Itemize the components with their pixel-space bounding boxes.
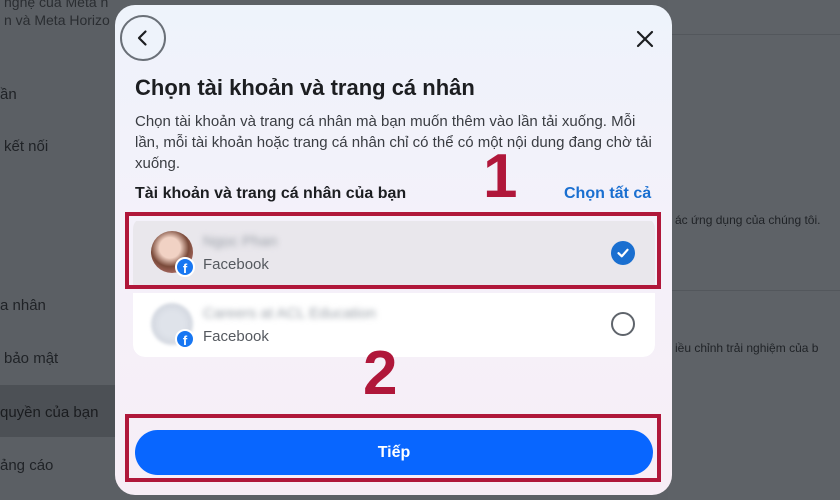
radio-empty-icon[interactable] (611, 312, 635, 336)
background-item: n và Meta Horizo (4, 12, 110, 28)
background-item: ảng cáo (0, 457, 54, 474)
background-item: ần (0, 86, 17, 103)
background-item: bảo mật (4, 350, 59, 367)
back-button[interactable] (120, 15, 166, 61)
background-item: kết nối (4, 138, 49, 155)
account-type: Facebook (203, 328, 269, 345)
account-name: Careers at ACL Education (203, 305, 376, 322)
close-button[interactable] (631, 25, 659, 53)
highlight-box-step2 (125, 414, 661, 482)
step-number-2: 2 (363, 339, 398, 408)
select-all-link[interactable]: Chọn tất cả (564, 185, 651, 203)
background-divider (668, 34, 840, 35)
dialog-title: Chọn tài khoản và trang cá nhân (135, 75, 475, 100)
accounts-section-label: Tài khoản và trang cá nhân của bạn (135, 185, 407, 202)
background-divider (668, 290, 840, 291)
background-item: nghệ của Meta n (4, 0, 109, 10)
background-text: iều chỉnh trải nghiệm của b (675, 341, 819, 355)
chevron-left-icon (137, 30, 147, 46)
highlight-box-step1 (125, 212, 661, 289)
background-item: a nhân (0, 297, 46, 314)
background-item: quyền của bạn (0, 404, 99, 421)
facebook-icon: f (175, 329, 195, 349)
background-content (668, 0, 840, 500)
dialog-description: Chọn tài khoản và trang cá nhân mà bạn m… (135, 113, 652, 172)
background-text: ác ứng dụng của chúng tôi. (675, 213, 821, 227)
close-icon (636, 30, 654, 48)
step-number-1: 1 (483, 142, 518, 211)
